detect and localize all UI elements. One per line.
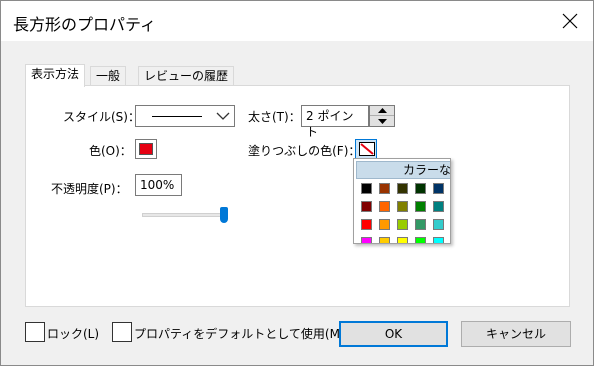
color-swatch[interactable] xyxy=(433,237,444,243)
thickness-label: 太さ(T)： xyxy=(248,110,301,124)
no-color-icon xyxy=(359,142,375,156)
cancel-button[interactable]: キャンセル xyxy=(461,321,571,347)
color-swatch[interactable] xyxy=(361,219,372,230)
color-swatch[interactable] xyxy=(415,201,426,212)
color-swatch[interactable] xyxy=(379,219,390,230)
triangle-up-icon xyxy=(377,108,387,113)
properties-dialog: 長方形のプロパティ 表示方法 一般 レビューの履歴 スタイル(S)： 太さ(T)… xyxy=(0,0,594,366)
triangle-down-icon xyxy=(377,118,387,124)
color-swatch[interactable] xyxy=(397,237,408,243)
no-color-option[interactable]: カラーなし xyxy=(356,161,450,179)
tab-review-history[interactable]: レビューの履歴 xyxy=(138,66,235,86)
dialog-title: 長方形のプロパティ xyxy=(13,15,157,34)
color-swatch[interactable] xyxy=(379,237,390,243)
opacity-label: 不透明度(P)： xyxy=(51,182,128,196)
color-swatch[interactable] xyxy=(397,219,408,230)
color-swatch[interactable] xyxy=(433,219,444,230)
color-swatch[interactable] xyxy=(415,183,426,194)
title-bar: 長方形のプロパティ xyxy=(1,1,593,41)
lock-label: ロック(L) xyxy=(47,327,100,341)
ok-button[interactable]: OK xyxy=(339,321,448,347)
color-swatch[interactable] xyxy=(379,183,390,194)
opacity-input[interactable]: 100% xyxy=(135,174,182,196)
color-swatch[interactable] xyxy=(397,183,408,194)
use-as-default-checkbox[interactable] xyxy=(112,322,132,342)
fill-color-label: 塗りつぶしの色(F)： xyxy=(248,144,361,158)
line-color-swatch xyxy=(139,143,153,155)
close-button[interactable] xyxy=(547,1,593,41)
opacity-slider-track[interactable] xyxy=(142,213,228,217)
color-swatch[interactable] xyxy=(379,201,390,212)
color-swatch[interactable] xyxy=(415,237,426,243)
thickness-spinner[interactable] xyxy=(369,105,395,127)
line-style-dropdown[interactable] xyxy=(135,105,235,127)
tab-general[interactable]: 一般 xyxy=(90,66,127,86)
opacity-slider-thumb[interactable] xyxy=(220,207,228,223)
line-color-button[interactable] xyxy=(135,139,157,159)
color-swatch[interactable] xyxy=(433,183,444,194)
use-as-default-label: プロパティをデフォルトとして使用(M) xyxy=(134,327,345,341)
color-swatch[interactable] xyxy=(415,219,426,230)
color-swatch[interactable] xyxy=(361,237,372,243)
lock-checkbox[interactable] xyxy=(25,322,45,342)
color-swatch[interactable] xyxy=(397,201,408,212)
thickness-input[interactable]: 2 ポイント xyxy=(301,105,369,139)
color-swatch[interactable] xyxy=(361,183,372,194)
color-swatch[interactable] xyxy=(361,201,372,212)
fill-color-button[interactable] xyxy=(355,139,377,159)
tab-display[interactable]: 表示方法 xyxy=(25,64,86,87)
color-swatch[interactable] xyxy=(433,201,444,212)
fill-color-palette: カラーなし xyxy=(353,158,451,244)
close-icon xyxy=(562,13,578,29)
style-label: スタイル(S)： xyxy=(63,110,140,124)
line-style-preview xyxy=(152,116,202,117)
spin-down-button[interactable] xyxy=(370,116,394,126)
spin-up-button[interactable] xyxy=(370,106,394,116)
chevron-down-icon xyxy=(216,112,230,120)
color-label: 色(O)： xyxy=(89,144,132,158)
